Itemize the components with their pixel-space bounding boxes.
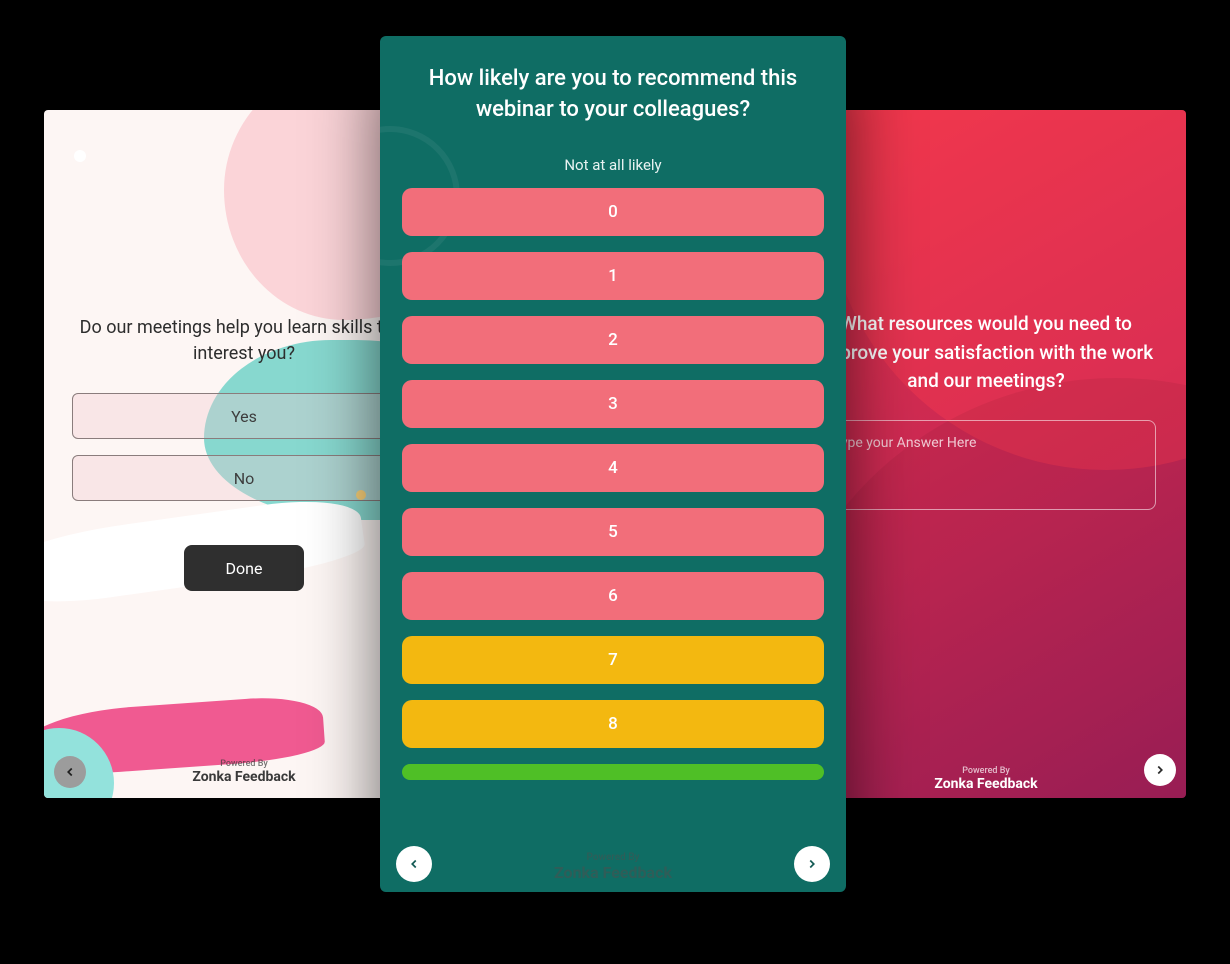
nps-option-7[interactable]: 7 <box>402 636 824 684</box>
chevron-right-icon <box>805 857 819 871</box>
question-text: Do our meetings help you learn skills th… <box>72 110 416 367</box>
survey-card-nps: How likely are you to recommend this web… <box>380 36 846 892</box>
brand-footer: Powered By Zonka Feedback <box>934 766 1037 792</box>
prev-button[interactable] <box>54 756 86 788</box>
chevron-left-icon <box>63 765 77 779</box>
brand-name: Zonka Feedback <box>934 776 1037 792</box>
nps-option-8[interactable]: 8 <box>402 700 824 748</box>
nps-option-0[interactable]: 0 <box>402 188 824 236</box>
option-no[interactable]: No <box>72 455 416 501</box>
brand-footer: Powered By Zonka Feedback <box>192 759 295 785</box>
brand-footer: Powered By Zonka Feedback <box>554 852 672 882</box>
powered-by-label: Powered By <box>554 852 672 863</box>
scale-low-label: Not at all likely <box>402 156 824 174</box>
survey-card-text: What resources would you need to improve… <box>786 110 1186 798</box>
question-text: How likely are you to recommend this web… <box>402 64 824 126</box>
nps-option-1[interactable]: 1 <box>402 252 824 300</box>
nps-scale: 0 1 2 3 4 5 6 7 8 <box>402 188 824 780</box>
done-button[interactable]: Done <box>184 545 304 591</box>
nps-option-4[interactable]: 4 <box>402 444 824 492</box>
nps-option-more[interactable] <box>402 764 824 780</box>
brand-name: Zonka Feedback <box>192 769 295 785</box>
answer-textarea[interactable] <box>816 420 1156 510</box>
next-button[interactable] <box>1144 754 1176 786</box>
powered-by-label: Powered By <box>192 759 295 769</box>
nps-option-6[interactable]: 6 <box>402 572 824 620</box>
brand-name: Zonka Feedback <box>554 863 672 882</box>
nps-option-5[interactable]: 5 <box>402 508 824 556</box>
powered-by-label: Powered By <box>934 766 1037 776</box>
nps-option-3[interactable]: 3 <box>402 380 824 428</box>
options-group: Yes No <box>72 393 416 501</box>
chevron-right-icon <box>1153 763 1167 777</box>
chevron-left-icon <box>407 857 421 871</box>
option-yes[interactable]: Yes <box>72 393 416 439</box>
next-button[interactable] <box>794 846 830 882</box>
question-text: What resources would you need to improve… <box>816 110 1156 396</box>
prev-button[interactable] <box>396 846 432 882</box>
nps-option-2[interactable]: 2 <box>402 316 824 364</box>
